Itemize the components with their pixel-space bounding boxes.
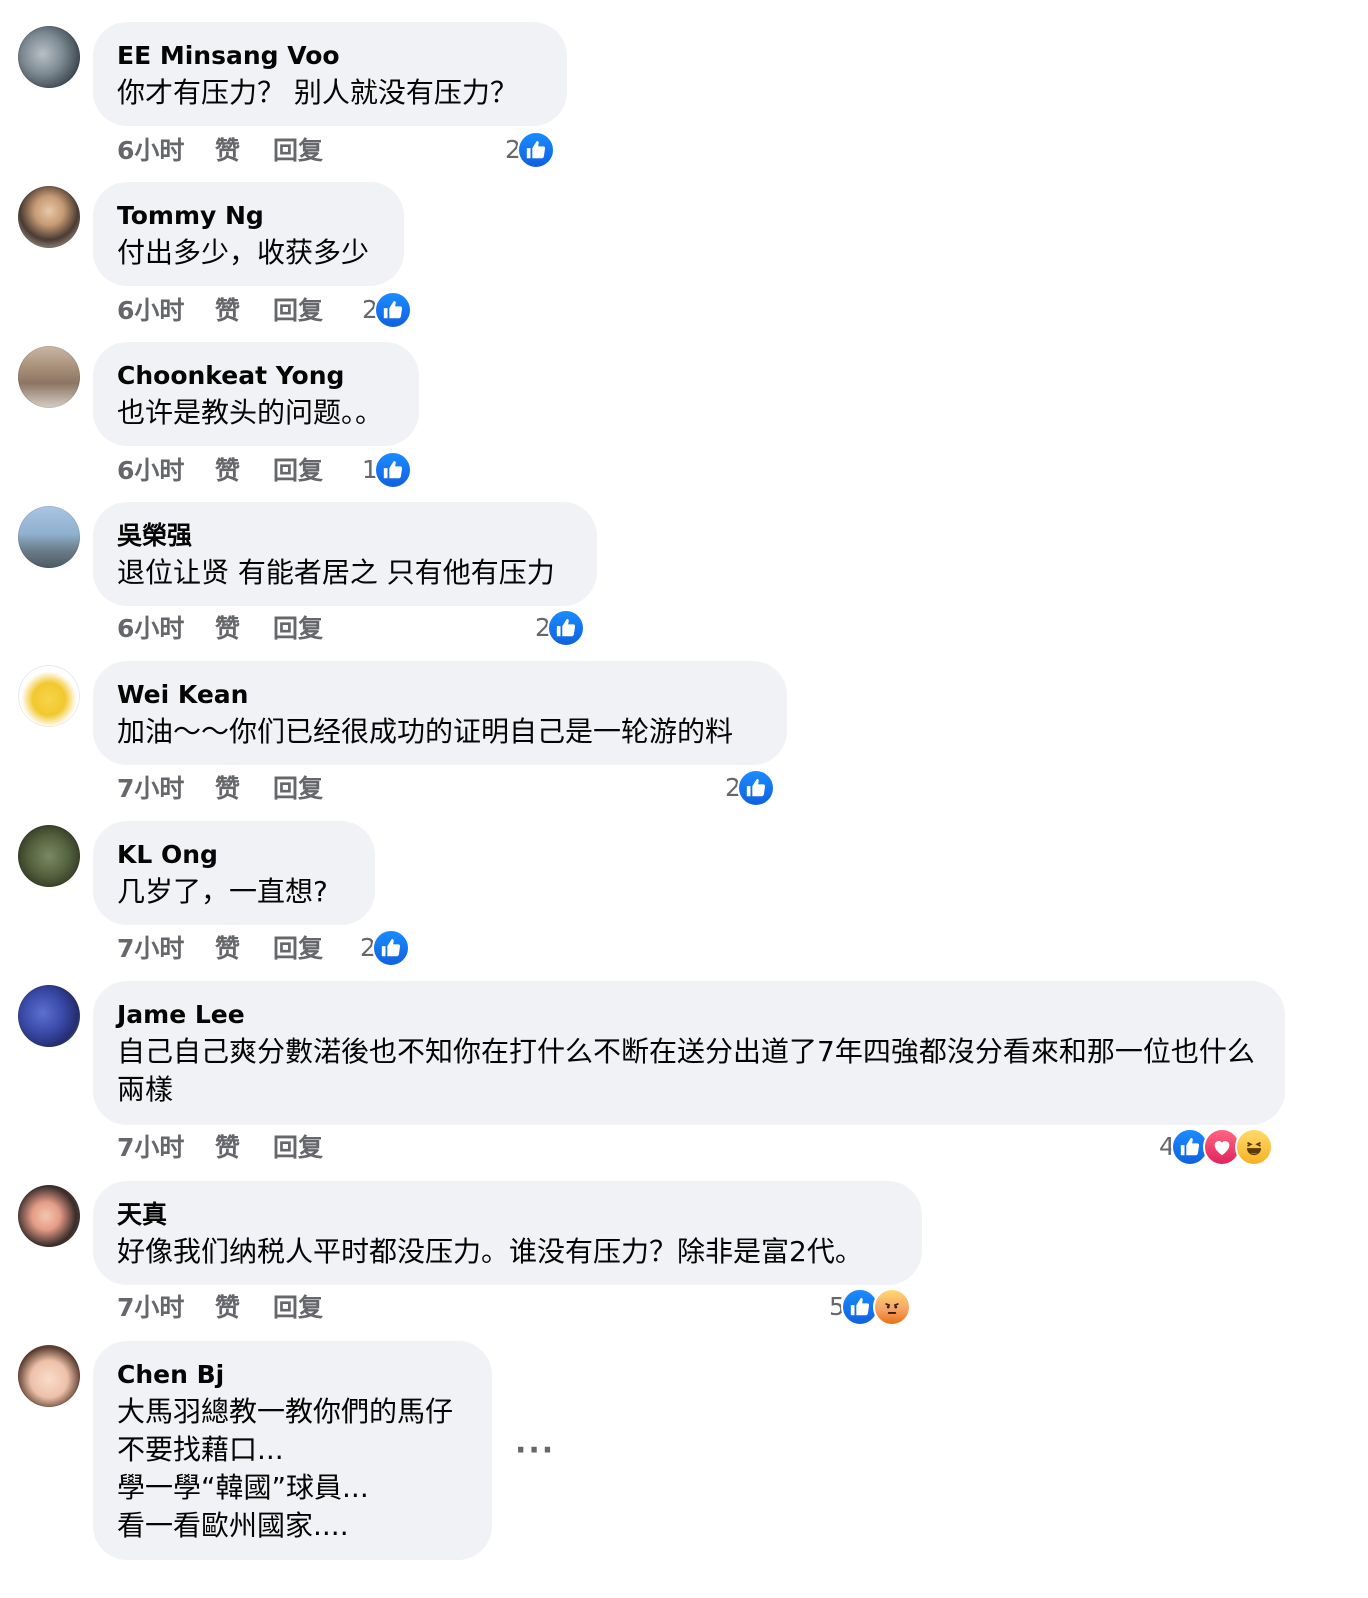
like-button[interactable]: 赞 <box>215 1291 273 1325</box>
avatar[interactable] <box>18 506 80 568</box>
comment-bubble: 天真 好像我们纳税人平时都没压力。谁没有压力？除非是富2代。 <box>93 1181 922 1285</box>
comment-text: 你才有压力？ 别人就没有压力？ <box>117 76 518 109</box>
comment-text: 好像我们纳税人平时都没压力。谁没有压力？除非是富2代。 <box>117 1235 863 1268</box>
reaction-summary[interactable]: 1 <box>362 451 412 489</box>
reply-button[interactable]: 回复 <box>273 1131 323 1165</box>
more-options-button[interactable]: ··· <box>515 1433 555 1468</box>
like-button[interactable]: 赞 <box>215 612 273 646</box>
reply-button[interactable]: 回复 <box>273 454 323 488</box>
like-button[interactable]: 赞 <box>215 294 273 328</box>
comment-text: 也许是教头的问题。。 <box>117 396 384 429</box>
comment-timestamp[interactable]: 7小时 <box>117 1131 215 1165</box>
avatar[interactable] <box>18 665 80 727</box>
comment-author[interactable]: Tommy Ng <box>117 198 380 234</box>
thumbs-up-icon <box>373 451 412 489</box>
reaction-summary[interactable]: 4 <box>1159 1128 1273 1166</box>
comment-timestamp[interactable]: 6小时 <box>117 454 215 488</box>
avatar[interactable] <box>18 26 80 88</box>
comment-actions: 7小时赞回复 <box>117 932 323 966</box>
comment-timestamp[interactable]: 7小时 <box>117 1291 215 1325</box>
avatar[interactable] <box>18 186 80 248</box>
comment-timestamp[interactable]: 7小时 <box>117 932 215 966</box>
like-button[interactable]: 赞 <box>215 772 273 806</box>
thumbs-up-icon <box>371 929 410 967</box>
comment-timestamp[interactable]: 7小时 <box>117 772 215 806</box>
reply-button[interactable]: 回复 <box>273 1291 323 1325</box>
comment-author[interactable]: EE Minsang Voo <box>117 38 543 74</box>
reply-button[interactable]: 回复 <box>273 932 323 966</box>
reaction-summary[interactable]: 5 <box>829 1288 911 1326</box>
comment-timestamp[interactable]: 6小时 <box>117 294 215 328</box>
like-button[interactable]: 赞 <box>215 1131 273 1165</box>
comment-author[interactable]: Chen Bj <box>117 1357 468 1393</box>
comment-actions: 6小时赞回复 <box>117 612 323 646</box>
comment-actions: 6小时赞回复 <box>117 454 323 488</box>
thumbs-up-icon <box>736 769 775 807</box>
comment-author[interactable]: 天真 <box>117 1197 898 1233</box>
like-button[interactable]: 赞 <box>215 454 273 488</box>
reaction-summary[interactable]: 2 <box>725 769 775 807</box>
comment-author[interactable]: Wei Kean <box>117 677 763 713</box>
like-button[interactable]: 赞 <box>215 932 273 966</box>
comment-text: 退位让贤 有能者居之 只有他有压力 <box>117 556 555 589</box>
comment-bubble: Chen Bj 大馬羽總教一教你們的馬仔 不要找藉口... 學一學“韓國”球員.… <box>93 1341 492 1560</box>
avatar[interactable] <box>18 1345 80 1407</box>
comment-author[interactable]: Jame Lee <box>117 997 1261 1033</box>
comment-actions: 7小时赞回复 <box>117 772 323 806</box>
reaction-summary[interactable]: 2 <box>505 131 555 169</box>
reaction-summary[interactable]: 2 <box>362 291 412 329</box>
comment-actions: 6小时赞回复 <box>117 134 323 168</box>
laughing-face-icon <box>1234 1128 1273 1166</box>
comment-author[interactable]: Choonkeat Yong <box>117 358 395 394</box>
avatar[interactable] <box>18 825 80 887</box>
angry-face-icon <box>872 1288 911 1326</box>
comment-text: 大馬羽總教一教你們的馬仔 不要找藉口... 學一學“韓國”球員... 看一看歐州… <box>117 1395 454 1542</box>
reply-button[interactable]: 回复 <box>273 294 323 328</box>
comment-text: 付出多少，收获多少 <box>117 236 370 269</box>
comment-actions: 7小时赞回复 <box>117 1291 323 1325</box>
comment-bubble: KL Ong 几岁了，一直想? <box>93 821 375 925</box>
avatar[interactable] <box>18 346 80 408</box>
comment-actions: 6小时赞回复 <box>117 294 323 328</box>
like-button[interactable]: 赞 <box>215 134 273 168</box>
thumbs-up-icon <box>516 131 555 169</box>
comment-bubble: 吳榮强 退位让贤 有能者居之 只有他有压力 <box>93 502 597 606</box>
reply-button[interactable]: 回复 <box>273 612 323 646</box>
avatar[interactable] <box>18 985 80 1047</box>
reaction-summary[interactable]: 2 <box>360 929 410 967</box>
comment-bubble: Tommy Ng 付出多少，收获多少 <box>93 182 404 286</box>
comment-bubble: EE Minsang Voo 你才有压力？ 别人就没有压力？ <box>93 22 567 126</box>
comment-author[interactable]: KL Ong <box>117 837 351 873</box>
thumbs-up-icon <box>546 609 585 647</box>
comment-text: 加油～～你们已经很成功的证明自己是一轮游的料 <box>117 715 734 748</box>
comment-text: 自己自己爽分數渃後也不知你在打什么不断在送分出道了7年四強都沒分看來和那一位也什… <box>117 1035 1255 1106</box>
reaction-summary[interactable]: 2 <box>535 609 585 647</box>
comment-author[interactable]: 吳榮强 <box>117 518 573 554</box>
comment-timestamp[interactable]: 6小时 <box>117 612 215 646</box>
comment-bubble: Jame Lee 自己自己爽分數渃後也不知你在打什么不断在送分出道了7年四強都沒… <box>93 981 1285 1125</box>
thumbs-up-icon <box>373 291 412 329</box>
comment-bubble: Choonkeat Yong 也许是教头的问题。。 <box>93 342 419 446</box>
avatar[interactable] <box>18 1185 80 1247</box>
comment-bubble: Wei Kean 加油～～你们已经很成功的证明自己是一轮游的料 <box>93 661 787 765</box>
comment-timestamp[interactable]: 6小时 <box>117 134 215 168</box>
comment-text: 几岁了，一直想? <box>117 875 328 908</box>
comment-actions: 7小时赞回复 <box>117 1131 323 1165</box>
reply-button[interactable]: 回复 <box>273 134 323 168</box>
reply-button[interactable]: 回复 <box>273 772 323 806</box>
